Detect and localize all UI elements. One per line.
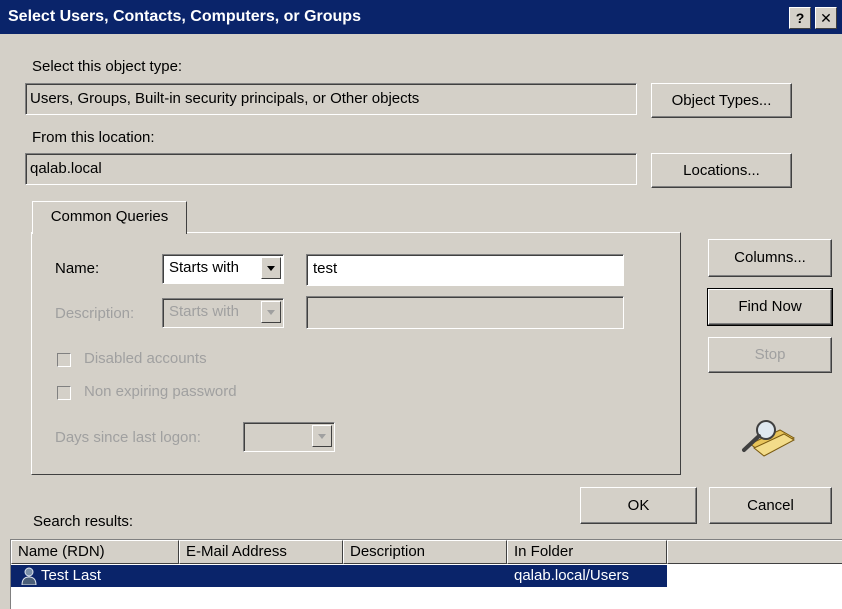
column-header-in-folder[interactable]: In Folder [507, 540, 667, 564]
user-icon [21, 567, 37, 585]
column-header-email[interactable]: E-Mail Address [179, 540, 343, 564]
tab-common-queries[interactable]: Common Queries [32, 201, 187, 234]
cancel-button[interactable]: Cancel [709, 487, 832, 524]
search-results-label: Search results: [33, 513, 134, 530]
find-now-button[interactable]: Find Now [707, 288, 833, 326]
chevron-down-icon[interactable] [261, 301, 281, 323]
non-expiring-password-checkbox[interactable] [57, 386, 71, 400]
name-mode-dropdown[interactable]: Starts with [162, 254, 284, 284]
window-title: Select Users, Contacts, Computers, or Gr… [8, 8, 361, 25]
ok-button[interactable]: OK [580, 487, 697, 524]
description-mode-dropdown[interactable]: Starts with [162, 298, 284, 328]
object-type-field: Users, Groups, Built-in security princip… [25, 83, 637, 115]
table-row[interactable]: Test Last qalab.local/Users [11, 565, 667, 587]
help-button[interactable]: ? [789, 7, 811, 29]
column-header-description[interactable]: Description [343, 540, 507, 564]
description-input[interactable] [306, 296, 624, 329]
days-since-logon-label: Days since last logon: [55, 429, 201, 446]
search-folders-icon [742, 420, 796, 457]
columns-button[interactable]: Columns... [708, 239, 832, 277]
close-button[interactable]: ✕ [815, 7, 837, 29]
name-label: Name: [55, 260, 100, 277]
title-bar[interactable]: Select Users, Contacts, Computers, or Gr… [0, 0, 842, 34]
locations-button[interactable]: Locations... [651, 153, 792, 188]
column-header-name[interactable]: Name (RDN) [11, 540, 179, 564]
object-types-button[interactable]: Object Types... [651, 83, 792, 118]
location-field: qalab.local [25, 153, 637, 185]
column-header-empty [667, 540, 842, 564]
disabled-accounts-label: Disabled accounts [84, 350, 207, 367]
search-results-list[interactable]: Name (RDN) E-Mail Address Description In… [10, 539, 842, 609]
row-name: Test Last [41, 567, 102, 584]
name-input[interactable]: test [306, 254, 624, 286]
days-since-logon-dropdown[interactable] [243, 422, 335, 452]
stop-button[interactable]: Stop [708, 337, 832, 373]
non-expiring-password-label: Non expiring password [84, 383, 237, 400]
chevron-down-icon[interactable] [261, 257, 281, 279]
name-mode-value: Starts with [169, 259, 240, 276]
description-label: Description: [55, 305, 135, 322]
row-folder: qalab.local/Users [514, 567, 630, 584]
location-label: From this location: [32, 129, 155, 146]
chevron-down-icon[interactable] [312, 425, 332, 447]
object-type-label: Select this object type: [32, 58, 183, 75]
description-mode-value: Starts with [169, 303, 240, 320]
disabled-accounts-checkbox[interactable] [57, 353, 71, 367]
